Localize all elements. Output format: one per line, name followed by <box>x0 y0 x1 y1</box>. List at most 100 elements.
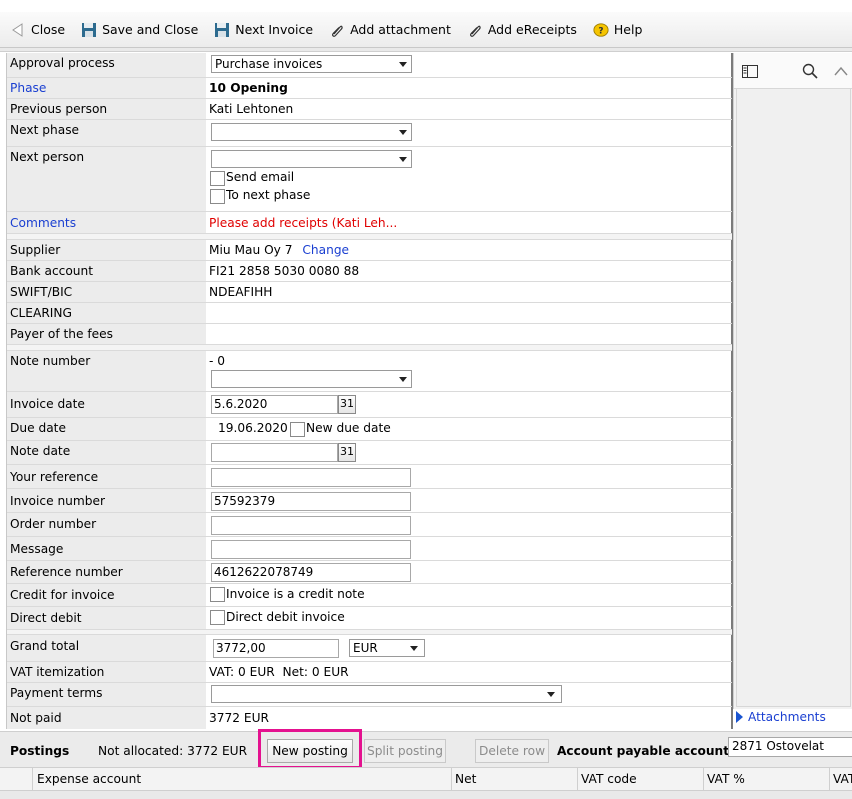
due-date-label: Due date <box>7 418 206 440</box>
note-number-row: Note number - 0 <box>7 351 732 392</box>
invoice-form: Approval process Purchase invoices Phase… <box>6 53 733 729</box>
previous-person-row: Previous person Kati Lehtonen <box>7 99 732 120</box>
save-and-close-label: Save and Close <box>102 22 199 37</box>
note-date-label: Note date <box>7 441 206 464</box>
direct-debit-label: Direct debit <box>7 607 206 629</box>
bank-account-value: FI21 2858 5030 0080 88 <box>209 264 360 278</box>
due-date-value: 19.06.2020 <box>218 421 288 435</box>
note-date-row: Note date 31 <box>7 441 732 465</box>
new-due-date-label: New due date <box>306 421 391 435</box>
grand-total-row: Grand total 3772,00 EUR <box>7 635 732 662</box>
approval-process-select[interactable]: Purchase invoices <box>211 55 412 73</box>
reference-number-row: Reference number 4612622078749 <box>7 561 732 584</box>
send-email-label: Send email <box>226 170 295 184</box>
payment-terms-row: Payment terms <box>7 683 732 707</box>
note-number-select[interactable] <box>211 370 412 388</box>
delete-row-button[interactable]: Delete row <box>475 739 549 763</box>
supplier-row: Supplier Miu Mau Oy 7 Change <box>7 240 732 261</box>
help-button[interactable]: ? Help <box>587 17 649 43</box>
invoice-number-label: Invoice number <box>7 489 206 512</box>
save-and-close-button[interactable]: Save and Close <box>75 17 204 43</box>
add-ereceipts-button[interactable]: Add eReceipts <box>461 17 583 43</box>
new-due-date-checkbox[interactable] <box>290 422 305 437</box>
next-invoice-button[interactable]: Next Invoice <box>208 17 319 43</box>
account-payable-input[interactable]: 2871 Ostovelat <box>728 737 852 757</box>
highlight-box <box>258 729 362 769</box>
not-paid-value: 3772 EUR <box>209 711 269 725</box>
direct-debit-row: Direct debit Direct debit invoice <box>7 607 732 630</box>
grand-total-input[interactable]: 3772,00 <box>213 639 339 658</box>
reference-number-label: Reference number <box>7 561 206 583</box>
add-attachment-button[interactable]: Add attachment <box>323 17 457 43</box>
swift-row: SWIFT/BIC NDEAFIHH <box>7 282 732 303</box>
column-header-net[interactable]: Net <box>455 772 476 786</box>
order-number-input[interactable] <box>211 516 411 535</box>
calendar-icon[interactable]: 31 <box>338 443 356 462</box>
vat-itemization-value: VAT: 0 EUR Net: 0 EUR <box>209 665 349 679</box>
close-button[interactable]: Close <box>4 17 71 43</box>
toolbar-separator <box>0 48 852 52</box>
approval-process-row: Approval process Purchase invoices <box>7 53 732 78</box>
next-invoice-label: Next Invoice <box>235 22 314 37</box>
calendar-icon[interactable]: 31 <box>338 395 356 414</box>
help-icon: ? <box>593 22 609 38</box>
column-header-vat[interactable]: VAT <box>833 772 852 786</box>
direct-debit-check-label: Direct debit invoice <box>226 610 345 624</box>
attachments-label: Attachments <box>748 710 826 724</box>
column-header-vat-percent[interactable]: VAT % <box>707 772 745 786</box>
your-reference-input[interactable] <box>211 468 411 487</box>
paperclip-icon <box>467 22 483 38</box>
order-number-row: Order number <box>7 513 732 537</box>
panel-toggle-icon[interactable] <box>742 65 758 81</box>
phase-row: Phase 10 Opening <box>7 78 732 99</box>
credit-label: Credit for invoice <box>7 584 206 606</box>
send-email-checkbox[interactable] <box>210 171 225 186</box>
supplier-change-link[interactable]: Change <box>302 243 349 257</box>
not-paid-label: Not paid <box>7 707 206 729</box>
reference-number-input[interactable]: 4612622078749 <box>211 563 411 582</box>
previous-person-label: Previous person <box>7 99 206 119</box>
phase-value: 10 Opening <box>209 81 288 95</box>
grid-body <box>0 791 852 799</box>
floppy-disk-icon <box>214 22 230 38</box>
vat-itemization-row: VAT itemization VAT: 0 EUR Net: 0 EUR <box>7 662 732 683</box>
to-next-phase-checkbox[interactable] <box>210 189 225 204</box>
supplier-value: Miu Mau Oy 7 <box>209 243 293 257</box>
column-header-vat-code[interactable]: VAT code <box>581 772 637 786</box>
payment-terms-label: Payment terms <box>7 683 206 706</box>
grand-total-label: Grand total <box>7 635 206 661</box>
your-reference-label: Your reference <box>7 465 206 488</box>
preview-toolbar <box>734 53 852 89</box>
chevron-down-icon <box>399 62 407 67</box>
add-attachment-label: Add attachment <box>350 22 451 37</box>
invoice-number-input[interactable]: 57592379 <box>211 492 411 511</box>
to-next-phase-label: To next phase <box>226 188 311 202</box>
next-person-select[interactable] <box>211 150 412 168</box>
next-phase-row: Next phase <box>7 120 732 147</box>
chevron-up-icon[interactable] <box>834 65 848 79</box>
credit-note-checkbox[interactable] <box>210 587 225 602</box>
note-date-input[interactable] <box>211 443 338 462</box>
due-date-row: Due date 19.06.2020 New due date <box>7 418 732 441</box>
currency-select[interactable]: EUR <box>349 639 425 657</box>
message-input[interactable] <box>211 540 411 559</box>
attachment-preview-panel <box>733 53 852 709</box>
invoice-date-label: Invoice date <box>7 392 206 417</box>
attachments-toggle[interactable]: Attachments <box>736 710 826 724</box>
column-header-expense-account[interactable]: Expense account <box>37 772 141 786</box>
search-icon[interactable] <box>802 63 818 82</box>
approval-process-label: Approval process <box>7 53 206 77</box>
direct-debit-checkbox[interactable] <box>210 610 225 625</box>
help-label: Help <box>613 22 643 37</box>
payment-terms-select[interactable] <box>211 685 562 703</box>
comments-label[interactable]: Comments <box>7 212 206 233</box>
next-phase-select[interactable] <box>211 123 412 141</box>
phase-label[interactable]: Phase <box>7 78 206 98</box>
invoice-date-input[interactable]: 5.6.2020 <box>211 395 338 414</box>
not-allocated-text: Not allocated: 3772 EUR <box>98 744 248 758</box>
toolbar: Close Save and Close Next Invoice Add at… <box>0 12 852 48</box>
split-posting-button[interactable]: Split posting <box>364 739 446 763</box>
invoice-number-row: Invoice number 57592379 <box>7 489 732 513</box>
floppy-disk-icon <box>81 22 97 38</box>
swift-label: SWIFT/BIC <box>7 282 206 302</box>
